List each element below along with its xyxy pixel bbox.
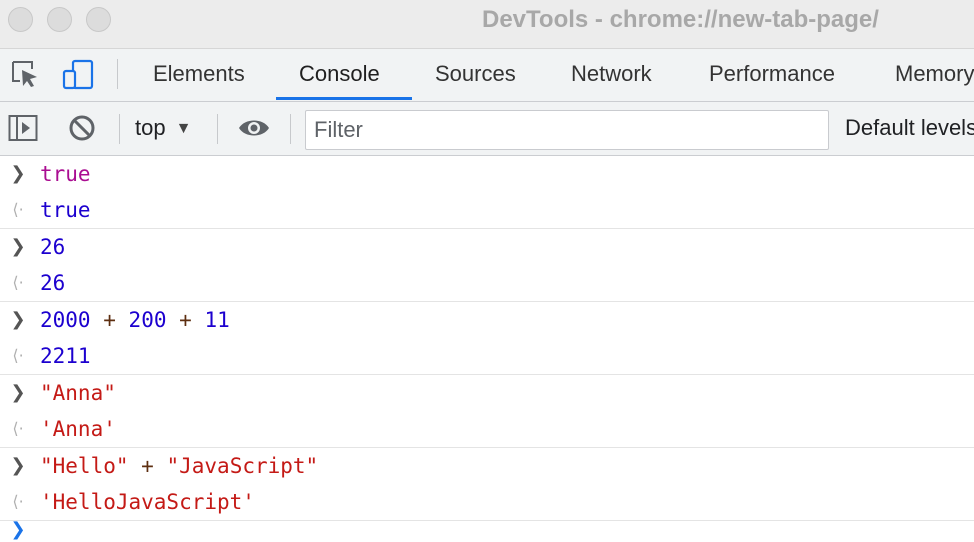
console-output: true	[40, 198, 91, 222]
context-selector-label: top	[135, 115, 166, 140]
active-tab-indicator	[276, 97, 412, 100]
code-number: 11	[204, 308, 230, 332]
console-output: 26	[40, 271, 66, 295]
console-output: 2211	[40, 344, 91, 368]
tab-performance[interactable]: Performance	[709, 49, 835, 101]
console-input: 2000 + 200 + 11	[40, 302, 230, 338]
chevron-right-icon: ❯	[10, 455, 26, 476]
console-output-row: ⟨· 2211	[0, 338, 974, 375]
console-messages: ❯ true ⟨· true ❯ 26 ⟨· 26 ❯ 2000 + 200 +…	[0, 156, 974, 542]
result-arrow-icon: ⟨·	[12, 273, 24, 292]
console-prompt[interactable]: ❯	[0, 519, 974, 542]
console-input-row: ❯ "Hello" + "JavaScript"	[0, 448, 974, 484]
toolbar-divider	[217, 114, 218, 144]
filter-input[interactable]	[305, 110, 829, 150]
clear-console-icon[interactable]	[68, 114, 96, 147]
chevron-right-icon: ❯	[10, 382, 26, 403]
console-input: "Anna"	[40, 381, 116, 405]
code-string: "JavaScript"	[166, 454, 319, 478]
code-operator: +	[179, 308, 192, 332]
toolbar-divider	[117, 59, 118, 89]
result-arrow-icon: ⟨·	[12, 492, 24, 511]
eye-icon[interactable]	[237, 116, 271, 145]
console-toolbar: top ▼ Default levels	[0, 102, 974, 156]
chevron-right-icon: ❯	[10, 519, 26, 540]
console-output-row: ⟨· 'Anna'	[0, 411, 974, 448]
chevron-right-icon: ❯	[10, 309, 26, 330]
console-input: true	[40, 156, 91, 192]
toolbar-divider	[119, 114, 120, 144]
console-output: 'Anna'	[40, 417, 116, 441]
close-window-button[interactable]	[8, 7, 33, 32]
console-input-row: ❯ 26	[0, 229, 974, 265]
console-output: 'HelloJavaScript'	[40, 490, 255, 514]
console-input-row: ❯ "Anna"	[0, 375, 974, 411]
zoom-window-button[interactable]	[86, 7, 111, 32]
chevron-right-icon: ❯	[10, 163, 26, 184]
result-arrow-icon: ⟨·	[12, 419, 24, 438]
code-string: "Hello"	[40, 454, 129, 478]
code-keyword: true	[40, 162, 91, 186]
console-input: "Hello" + "JavaScript"	[40, 448, 318, 484]
sidebar-toggle-icon[interactable]	[8, 114, 38, 147]
tab-elements[interactable]: Elements	[153, 49, 245, 101]
code-number: 200	[128, 308, 167, 332]
console-output-row: ⟨· true	[0, 192, 974, 229]
window-title: DevTools - chrome://new-tab-page/	[482, 6, 879, 33]
triangle-down-icon: ▼	[175, 120, 192, 137]
code-operator: +	[141, 454, 154, 478]
log-levels-dropdown[interactable]: Default levels	[845, 112, 974, 144]
code-operator: +	[103, 308, 116, 332]
context-selector[interactable]: top ▼	[135, 112, 191, 144]
code-number: 2000	[40, 308, 91, 332]
console-output-row: ⟨· 26	[0, 265, 974, 302]
tab-sources[interactable]: Sources	[435, 49, 516, 101]
result-arrow-icon: ⟨·	[12, 200, 24, 219]
console-input-row: ❯ 2000 + 200 + 11	[0, 302, 974, 338]
tab-console[interactable]: Console	[299, 49, 380, 101]
toolbar-divider	[290, 114, 291, 144]
tab-network[interactable]: Network	[571, 49, 652, 101]
result-arrow-icon: ⟨·	[12, 346, 24, 365]
console-input: 26	[40, 235, 66, 259]
inspect-element-icon[interactable]	[10, 59, 40, 94]
window-titlebar: DevTools - chrome://new-tab-page/	[0, 0, 974, 49]
chevron-right-icon: ❯	[10, 236, 26, 257]
console-output-row: ⟨· 'HelloJavaScript'	[0, 484, 974, 521]
minimize-window-button[interactable]	[47, 7, 72, 32]
device-toolbar-icon[interactable]	[62, 59, 96, 96]
tab-memory[interactable]: Memory	[895, 49, 974, 101]
console-input-row: ❯ true	[0, 156, 974, 192]
main-tab-bar: Elements Console Sources Network Perform…	[0, 49, 974, 102]
